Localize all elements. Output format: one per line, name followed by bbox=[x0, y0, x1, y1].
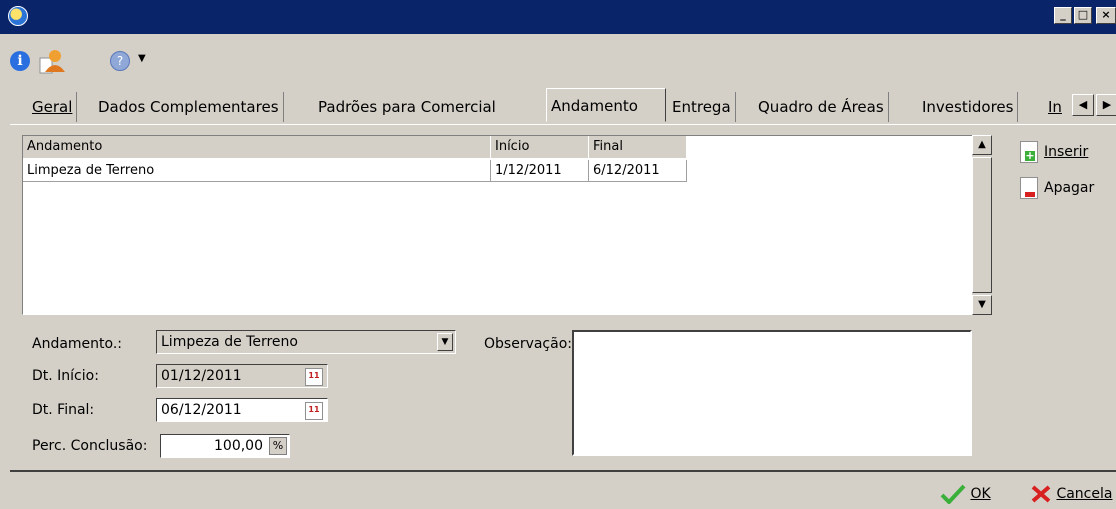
column-header-inicio[interactable]: Início bbox=[491, 136, 589, 158]
tab-truncated[interactable]: In bbox=[1044, 92, 1066, 122]
insert-button[interactable]: + Inserir bbox=[1020, 140, 1088, 164]
scroll-thumb[interactable] bbox=[972, 157, 992, 293]
content-divider bbox=[10, 470, 1116, 472]
tab-label: Quadro de Áreas bbox=[758, 98, 884, 116]
perc-conclusao-field[interactable]: 100,00 % bbox=[160, 434, 290, 458]
help-dropdown-icon[interactable]: ▼ bbox=[138, 53, 146, 64]
tab-label: Padrões para Comercial bbox=[318, 98, 496, 116]
inicio-date-value: 01/12/2011 bbox=[161, 368, 242, 384]
close-button[interactable]: × bbox=[1096, 7, 1116, 24]
tab-investidores[interactable]: Investidores bbox=[918, 92, 1019, 122]
tab-scroll-right-button[interactable]: ▶ bbox=[1096, 94, 1116, 116]
cell-inicio[interactable]: 1/12/2011 bbox=[491, 160, 589, 182]
calendar-icon[interactable]: 11 bbox=[305, 368, 323, 386]
inicio-label: Dt. Início: bbox=[32, 368, 99, 384]
tab-padroes-comercial[interactable]: Padrões para Comercial bbox=[314, 92, 500, 122]
chevron-down-icon[interactable]: ▼ bbox=[437, 333, 453, 351]
ok-button[interactable]: OK bbox=[940, 484, 991, 505]
andamento-grid[interactable]: Andamento Início Final Limpeza de Terren… bbox=[22, 135, 992, 315]
tab-scroll-left-button[interactable]: ◀ bbox=[1072, 94, 1094, 116]
user-document-icon[interactable] bbox=[38, 48, 68, 74]
observacao-label: Observação: bbox=[484, 336, 572, 352]
tab-strip: Geral Dados Complementares Padrões para … bbox=[10, 88, 1116, 122]
final-label: Dt. Final: bbox=[32, 402, 95, 418]
add-document-icon: + bbox=[1020, 141, 1038, 163]
app-icon bbox=[8, 6, 28, 26]
tab-label: Investidores bbox=[922, 98, 1014, 116]
andamento-select-value: Limpeza de Terreno bbox=[161, 334, 298, 350]
tab-label: In bbox=[1048, 98, 1062, 116]
delete-button[interactable]: Apagar bbox=[1020, 176, 1094, 200]
tab-label: Dados Complementares bbox=[98, 98, 279, 116]
final-date-value: 06/12/2011 bbox=[161, 402, 242, 418]
cancel-button[interactable]: Cancela bbox=[1030, 484, 1112, 504]
percent-icon[interactable]: % bbox=[269, 437, 287, 455]
column-header-final[interactable]: Final bbox=[589, 136, 687, 158]
tab-andamento[interactable]: Andamento bbox=[546, 88, 666, 122]
perc-conclusao-value: 100,00 bbox=[214, 438, 263, 454]
andamento-select[interactable]: Limpeza de Terreno ▼ bbox=[156, 330, 456, 354]
grid-vertical-scrollbar[interactable]: ▲ ▼ bbox=[972, 135, 992, 315]
ok-label: OK bbox=[970, 486, 991, 502]
cancel-x-icon bbox=[1031, 485, 1051, 503]
tab-quadro-areas[interactable]: Quadro de Áreas bbox=[754, 92, 889, 122]
tab-label: Andamento bbox=[551, 97, 638, 115]
column-header-andamento[interactable]: Andamento bbox=[23, 136, 491, 158]
cell-final[interactable]: 6/12/2011 bbox=[589, 160, 687, 182]
cell-andamento[interactable]: Limpeza de Terreno bbox=[23, 160, 491, 182]
help-icon[interactable]: ? bbox=[110, 51, 130, 71]
minimize-button[interactable]: _ bbox=[1054, 7, 1072, 24]
tab-geral[interactable]: Geral bbox=[28, 92, 78, 122]
info-icon[interactable]: i bbox=[10, 51, 30, 71]
perc-conclusao-label: Perc. Conclusão: bbox=[32, 438, 148, 454]
check-icon bbox=[940, 484, 966, 505]
maximize-button[interactable]: □ bbox=[1074, 7, 1092, 24]
scroll-down-button[interactable]: ▼ bbox=[972, 295, 992, 315]
remove-document-icon bbox=[1020, 177, 1038, 199]
tab-dados-complementares[interactable]: Dados Complementares bbox=[94, 92, 284, 122]
insert-label: Inserir bbox=[1044, 144, 1089, 160]
andamento-label: Andamento.: bbox=[32, 336, 123, 352]
inicio-date-field[interactable]: 01/12/2011 11 bbox=[156, 364, 328, 388]
toolbar bbox=[0, 34, 1116, 74]
delete-label: Apagar bbox=[1044, 180, 1095, 196]
cancel-label: Cancela bbox=[1056, 486, 1113, 502]
title-bar[interactable] bbox=[0, 0, 1116, 34]
observacao-textarea[interactable] bbox=[572, 330, 972, 456]
tab-panel-border bbox=[10, 124, 1116, 125]
scroll-up-button[interactable]: ▲ bbox=[972, 135, 992, 155]
final-date-field[interactable]: 06/12/2011 11 bbox=[156, 398, 328, 422]
tab-entrega[interactable]: Entrega bbox=[668, 92, 736, 122]
calendar-icon[interactable]: 11 bbox=[305, 402, 323, 420]
tab-label: Entrega bbox=[672, 98, 731, 116]
tab-label: Geral bbox=[32, 98, 73, 116]
